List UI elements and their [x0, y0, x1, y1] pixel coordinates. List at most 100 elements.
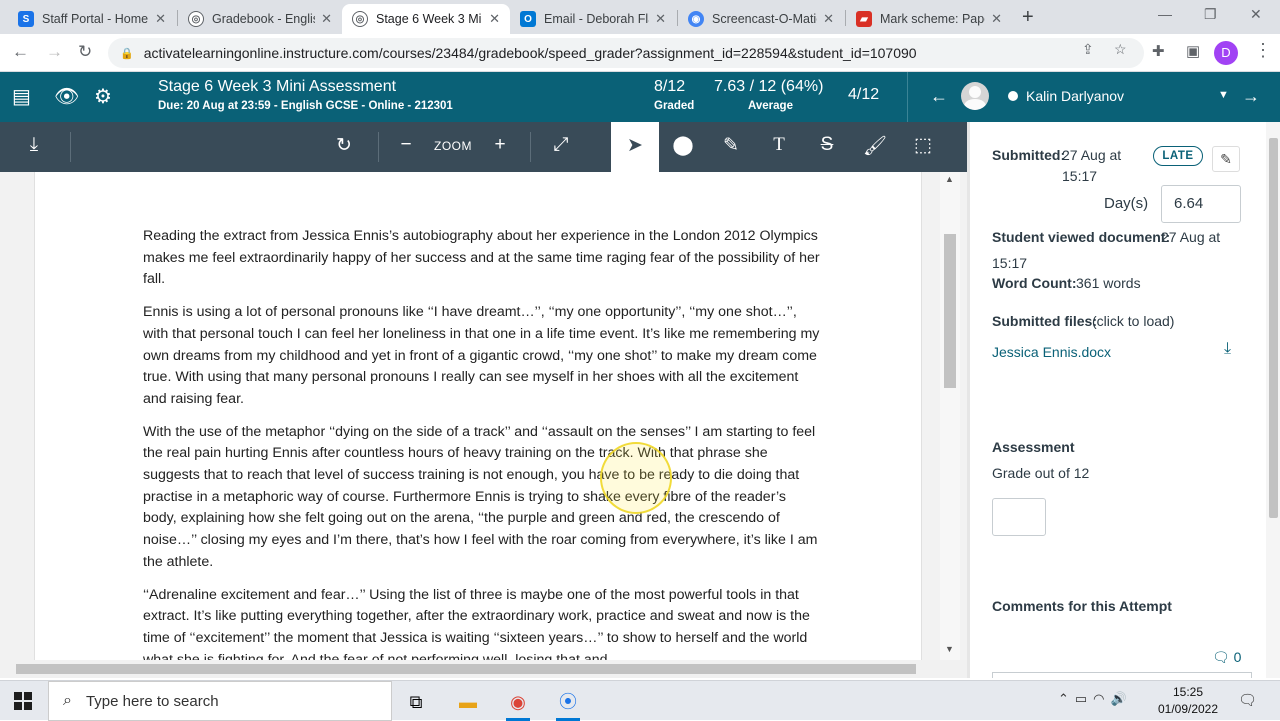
document-horizontal-scrollbar[interactable] [0, 660, 967, 678]
days-late-label: Day(s) [1104, 195, 1149, 212]
strikethrough-icon[interactable]: S [813, 134, 841, 156]
average-value: 7.63 / 12 (64%) [714, 78, 824, 95]
close-tab-icon[interactable]: ✕ [155, 11, 166, 27]
forward-icon[interactable]: → [46, 42, 63, 62]
close-tab-icon[interactable]: ✕ [489, 11, 500, 27]
area-select-icon[interactable]: ⬚ [909, 134, 937, 157]
paragraph-4: ‘‘Adrenaline excitement and fear…’’ Usin… [143, 586, 810, 660]
cursor-highlight-ring [600, 442, 672, 514]
file-explorer-icon[interactable]: ▬ [450, 685, 486, 719]
tab-screencast[interactable]: ◉ Screencast-O-Matic ✕ [678, 4, 844, 34]
system-tray-icons[interactable]: ⌃▭◠🔊 [1058, 691, 1133, 707]
edit-late-pencil-icon[interactable]: ✎ [1212, 146, 1240, 172]
scrollbar-thumb[interactable] [1269, 138, 1278, 518]
gear-icon[interactable]: ⚙ [94, 84, 112, 109]
minimize-icon[interactable]: — [1158, 6, 1172, 22]
assignment-title[interactable]: Stage 6 Week 3 Mini Assessment [158, 78, 396, 96]
document-vertical-scrollbar[interactable]: ▲ ▼ [940, 172, 960, 660]
close-tab-icon[interactable]: ✕ [321, 11, 332, 27]
side-panel-icon[interactable]: ▣ [1186, 42, 1200, 60]
document-viewer[interactable]: Reading the extract from Jessica Ennis’s… [0, 172, 967, 660]
new-tab-icon[interactable]: + [1022, 6, 1034, 29]
close-window-icon[interactable]: ✕ [1250, 6, 1262, 23]
submitted-date: 27 Aug at [1062, 147, 1122, 163]
gradebook-icon[interactable]: ▤ [12, 84, 31, 109]
zoom-out-icon[interactable]: − [392, 134, 420, 156]
fullscreen-icon[interactable]: ⤢ [547, 134, 575, 156]
lock-icon: 🔒 [120, 47, 134, 60]
toolbar-separator [70, 132, 71, 162]
restore-icon[interactable]: ❐ [1204, 6, 1217, 23]
back-icon[interactable]: ← [12, 42, 29, 62]
submitted-label: Submitted: [992, 147, 1066, 163]
student-status-dot [1008, 91, 1018, 101]
grade-input[interactable] [992, 498, 1046, 536]
close-tab-icon[interactable]: ✕ [991, 11, 1002, 27]
submitted-files-hint: (click to load) [1092, 313, 1175, 329]
staff-portal-favicon-icon: S [18, 11, 34, 27]
browser-toolbar: ← → ↻ 🔒 activatelearningonline.instructu… [0, 34, 1280, 72]
notification-icon[interactable]: 🗨 [1238, 691, 1257, 709]
download-icon[interactable]: ⤓ [20, 134, 48, 156]
grade-label: Grade out of 12 [992, 465, 1090, 481]
taskbar-search[interactable]: ⌕ Type here to search [48, 681, 392, 721]
profile-avatar[interactable]: D [1214, 41, 1238, 65]
text-tool-icon[interactable]: T [765, 134, 793, 156]
submission-text: Reading the extract from Jessica Ennis’s… [143, 226, 823, 660]
scrollbar-thumb[interactable] [16, 664, 916, 674]
student-avatar [961, 82, 989, 110]
viewed-date: 27 Aug at [1161, 229, 1221, 245]
file-download-icon[interactable]: ⤓ [1224, 340, 1231, 358]
zoom-in-icon[interactable]: + [486, 134, 514, 156]
previous-student-arrow-icon[interactable]: ← [930, 86, 948, 107]
scroll-up-arrow-icon[interactable]: ▲ [945, 174, 954, 184]
screencast-app-icon[interactable]: ⦿ [550, 685, 586, 721]
search-placeholder: Type here to search [85, 692, 219, 710]
student-dropdown-icon[interactable]: ▼ [1218, 89, 1229, 101]
next-student-arrow-icon[interactable]: → [1242, 86, 1260, 107]
pin-comment-icon[interactable]: ⬤ [669, 134, 697, 157]
rotate-icon[interactable]: ↻ [330, 134, 358, 157]
scroll-down-arrow-icon[interactable]: ▼ [945, 644, 954, 654]
comment-bubble-icon: 🗨 [1212, 649, 1230, 665]
taskbar-clock[interactable]: 15:25 01/09/2022 [1152, 684, 1224, 718]
tab-mark-scheme[interactable]: ▰ Mark scheme: Pape ✕ [846, 4, 1012, 34]
task-view-icon[interactable]: ⧉ [398, 685, 434, 719]
freedraw-brush-icon[interactable]: 🖌 [861, 134, 889, 158]
viewed-label: Student viewed document: [992, 229, 1171, 245]
bookmark-star-icon[interactable]: ☆ [1114, 41, 1127, 58]
student-position: 4/12 [848, 86, 880, 103]
browser-menu-icon[interactable]: ⋮ [1254, 40, 1272, 61]
close-tab-icon[interactable]: ✕ [823, 11, 834, 27]
toolbar-separator [530, 132, 531, 162]
extensions-puzzle-icon[interactable]: ✚ [1152, 42, 1165, 60]
grading-panel: Submitted: 27 Aug at 15:17 LATE ✎ Day(s)… [967, 122, 1280, 678]
submitted-time: 15:17 [1062, 168, 1098, 184]
close-tab-icon[interactable]: ✕ [655, 11, 666, 27]
scrollbar-thumb[interactable] [944, 234, 956, 388]
tab-speedgrader[interactable]: ◎ Stage 6 Week 3 Mi ✕ [342, 4, 510, 34]
reload-icon[interactable]: ↻ [78, 42, 92, 62]
panel-scrollbar[interactable] [1266, 122, 1280, 678]
comment-textarea[interactable] [992, 672, 1252, 678]
windows-start-icon[interactable] [14, 692, 32, 710]
tab-staff-portal[interactable]: S Staff Portal - Home ✕ [8, 4, 176, 34]
comments-count[interactable]: 🗨 0 [1212, 649, 1241, 666]
address-bar[interactable]: 🔒 activatelearningonline.instructure.com… [108, 38, 1144, 68]
share-icon[interactable]: ⇪ [1082, 41, 1094, 58]
student-name[interactable]: Kalin Darlyanov [1026, 88, 1124, 104]
canvas-favicon-icon: ◎ [188, 11, 204, 27]
highlighter-icon[interactable]: ✎ [717, 134, 745, 157]
eye-icon[interactable]: 👁 [54, 84, 79, 109]
tab-gradebook[interactable]: ◎ Gradebook - Englis ✕ [178, 4, 342, 34]
comments-heading: Comments for this Attempt [992, 598, 1172, 614]
chrome-icon[interactable]: ◉ [500, 685, 536, 721]
select-tool-button[interactable]: ➤ [611, 122, 659, 172]
comments-count-value: 0 [1233, 649, 1242, 665]
assignment-due: Due: 20 Aug at 23:59 - English GCSE - On… [158, 100, 453, 112]
average-label: Average [748, 100, 793, 112]
tab-label: Gradebook - Englis [212, 12, 316, 26]
days-late-input[interactable]: 6.64 [1161, 185, 1241, 223]
tab-email[interactable]: O Email - Deborah Fla ✕ [510, 4, 676, 34]
submitted-file-link[interactable]: Jessica Ennis.docx [992, 344, 1111, 360]
